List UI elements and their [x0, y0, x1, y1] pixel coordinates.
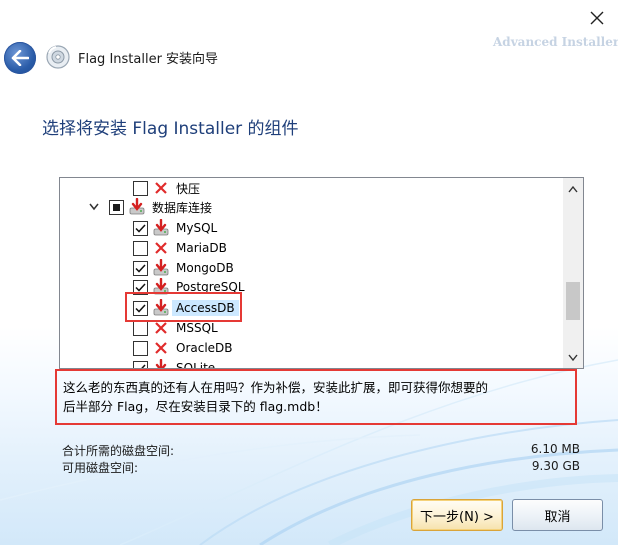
tree-item-label: MySQL — [176, 221, 218, 235]
checkmark-icon — [135, 223, 146, 233]
tree-item-label: MSSQL — [176, 321, 218, 335]
tree-item-mysql[interactable]: MySQL — [133, 218, 217, 238]
next-button[interactable]: 下一步(N) > — [411, 499, 503, 531]
install-drive-icon — [152, 219, 170, 237]
collapse-chevron-icon[interactable] — [87, 200, 101, 214]
close-icon — [590, 11, 604, 25]
scroll-thumb[interactable] — [566, 282, 580, 320]
install-drive-icon — [128, 198, 146, 216]
feature-description: 这么老的东西真的还有人在用吗？作为补偿，安装此扩展，即可获得你想要的 后半部分 … — [55, 369, 577, 425]
description-line-2: 后半部分 Flag，尽在安装目录下的 flag.mdb！ — [63, 399, 328, 414]
tree-item-label: 快压 — [176, 181, 201, 196]
cancel-button[interactable]: 取消 — [512, 499, 603, 531]
checkbox-checked[interactable] — [133, 360, 148, 368]
available-space-label: 可用磁盘空间: — [62, 461, 139, 475]
checkbox[interactable] — [133, 320, 148, 336]
feature-tree[interactable]: 快压 数据库连接 MySQL MariaDB MongoDB PostgreSQ… — [59, 177, 584, 369]
back-button[interactable] — [4, 42, 36, 74]
tree-item-oracledb[interactable]: OracleDB — [133, 338, 233, 358]
installer-wizard-window: Flag Installer 安装向导 Advanced Installer 选… — [0, 0, 618, 545]
install-drive-icon — [152, 359, 170, 368]
checkbox-partial[interactable] — [109, 199, 124, 215]
checkbox-checked[interactable] — [133, 260, 148, 276]
tree-item-label: 数据库连接 — [152, 200, 213, 215]
close-button[interactable] — [584, 6, 610, 30]
brand-watermark: Advanced Installer — [493, 35, 618, 49]
not-installed-x-icon — [152, 239, 170, 257]
page-heading: 选择将安装 Flag Installer 的组件 — [42, 119, 299, 139]
checkbox[interactable] — [133, 180, 148, 196]
scroll-up-button[interactable] — [563, 180, 583, 198]
window-title: Flag Installer 安装向导 — [78, 52, 219, 67]
install-drive-icon — [152, 259, 170, 277]
tree-item-label: SQLite — [176, 361, 216, 369]
checkbox-checked[interactable] — [133, 220, 148, 236]
required-space-value: 6.10 MB — [530, 442, 580, 456]
tree-item-kuaiya[interactable]: 快压 — [133, 178, 200, 198]
not-installed-x-icon — [152, 339, 170, 357]
checkbox[interactable] — [133, 240, 148, 256]
checkbox[interactable] — [133, 340, 148, 356]
tree-item-mongodb[interactable]: MongoDB — [133, 258, 234, 278]
tree-scrollbar[interactable] — [563, 178, 583, 368]
scroll-down-button[interactable] — [563, 348, 583, 366]
available-space-value: 9.30 GB — [531, 459, 580, 473]
description-line-1: 这么老的东西真的还有人在用吗？作为补偿，安装此扩展，即可获得你想要的 — [63, 380, 489, 395]
tree-item-label: OracleDB — [176, 341, 233, 355]
tree-item-label: MongoDB — [176, 261, 234, 275]
accessdb-highlight-outline — [125, 292, 242, 322]
installer-disc-icon — [46, 45, 70, 69]
chevron-down-icon — [568, 354, 578, 361]
tree-item-label: MariaDB — [176, 241, 227, 255]
chevron-up-icon — [568, 185, 578, 192]
tree-item-database-connection[interactable]: 数据库连接 — [87, 197, 212, 217]
required-space-label: 合计所需的磁盘空间: — [62, 444, 175, 458]
checkmark-icon — [135, 263, 146, 273]
checkmark-icon — [135, 282, 146, 292]
tree-item-sqlite[interactable]: SQLite — [133, 358, 216, 369]
arrow-left-icon — [11, 50, 29, 66]
tree-item-mariadb[interactable]: MariaDB — [133, 238, 227, 258]
not-installed-x-icon — [152, 179, 170, 197]
